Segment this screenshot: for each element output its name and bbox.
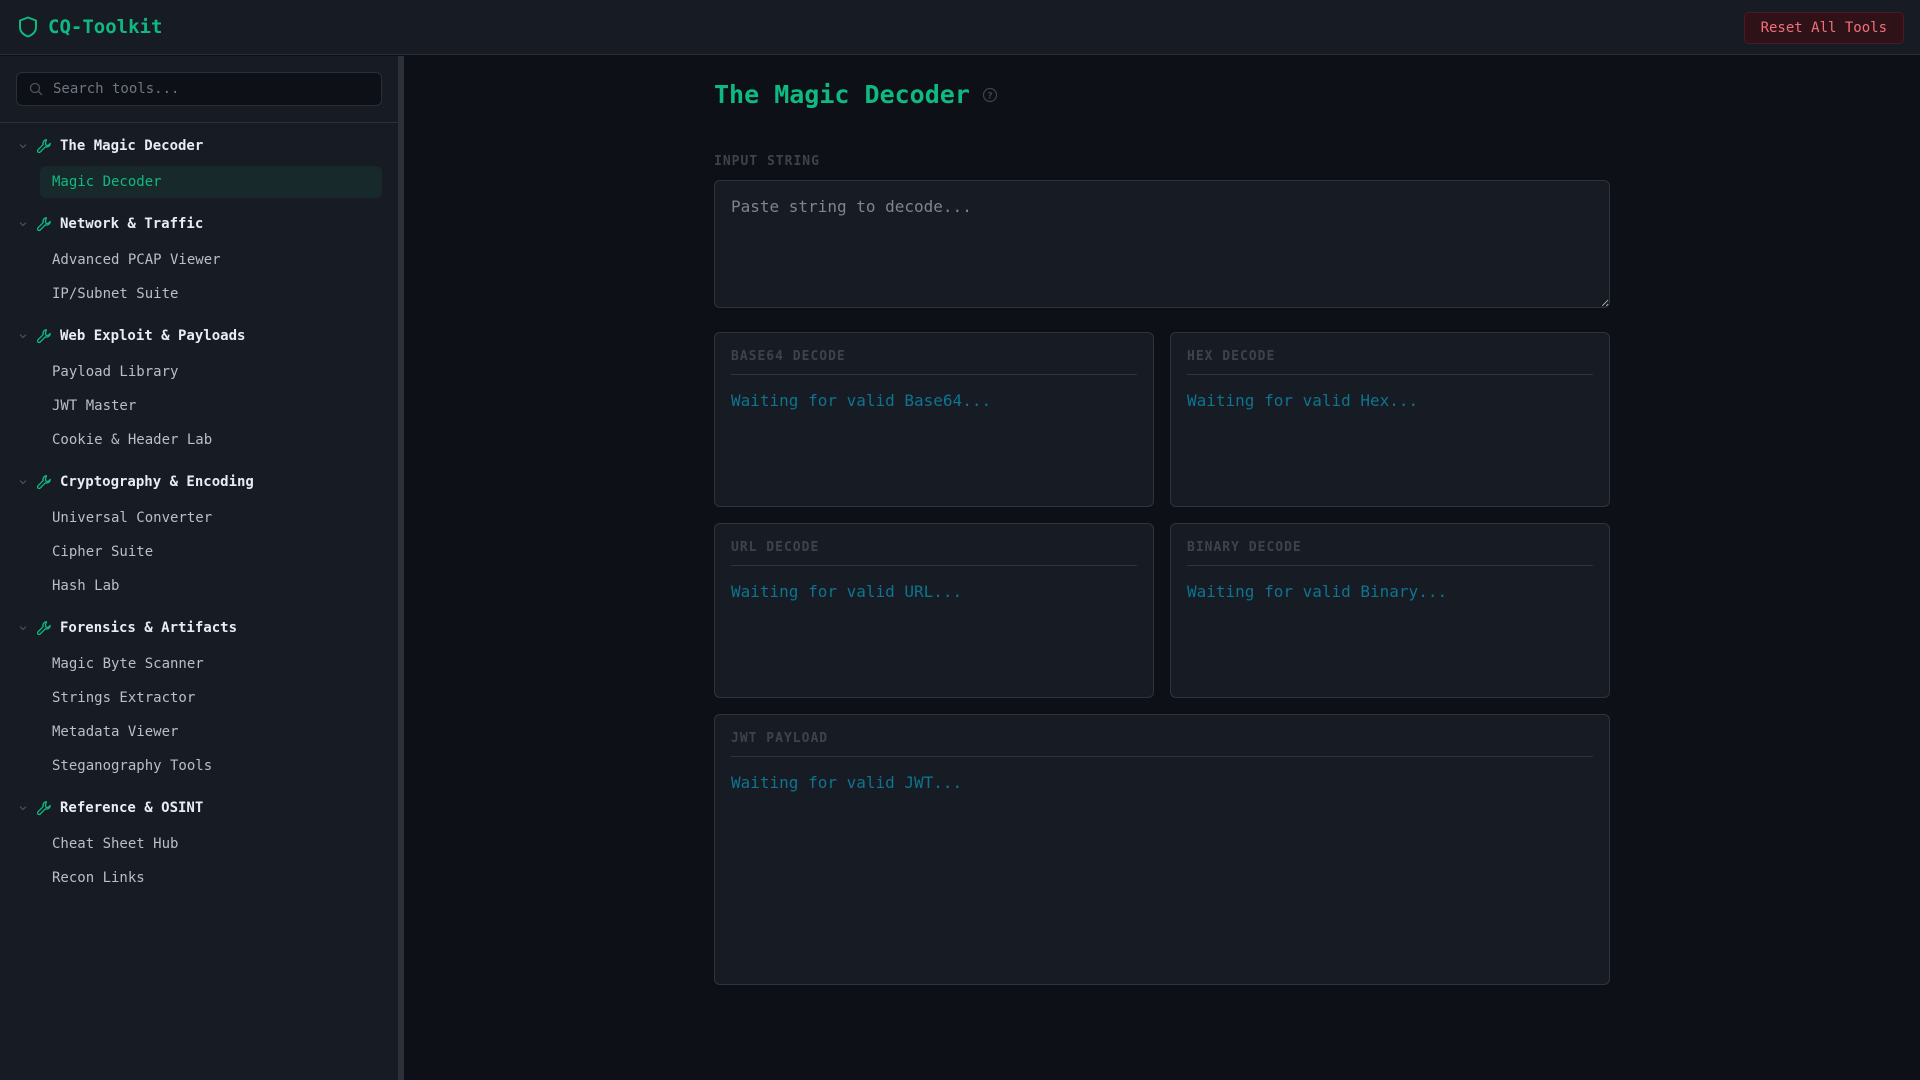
category-header[interactable]: Reference & OSINT [0,790,398,826]
svg-text:?: ? [987,91,992,101]
decode-card: HEX DECODE Waiting for valid Hex... [1170,332,1610,507]
card-title: JWT PAYLOAD [731,731,1593,757]
help-icon[interactable]: ? [982,87,998,103]
sidebar-item[interactable]: Universal Converter [40,502,382,534]
sidebar-item[interactable]: Cipher Suite [40,536,382,568]
sidebar-item[interactable]: Metadata Viewer [40,716,382,748]
card-output: Waiting for valid Hex... [1187,391,1419,410]
wrench-icon [36,621,51,636]
decode-card: JWT PAYLOAD Waiting for valid JWT... [714,714,1610,985]
sidebar-item[interactable]: Cookie & Header Lab [40,424,382,456]
chevron-down-icon[interactable] [18,141,28,151]
category-label: Cryptography & Encoding [60,474,254,490]
category-header[interactable]: Cryptography & Encoding [0,464,398,500]
shield-icon [19,16,37,38]
card-output: Waiting for valid JWT... [731,773,963,792]
sidebar-item[interactable]: Magic Byte Scanner [40,648,382,680]
chevron-down-icon[interactable] [18,477,28,487]
app-logo[interactable]: CQ-Toolkit [18,16,162,38]
wrench-icon [36,329,51,344]
search-input[interactable] [53,81,353,97]
category-label: Forensics & Artifacts [60,620,238,636]
sidebar-item[interactable]: Steganography Tools [40,750,382,782]
sidebar-item[interactable]: Payload Library [40,356,382,388]
top-bar: CQ-Toolkit Reset All Tools [0,0,1920,55]
sidebar-item[interactable]: JWT Master [40,390,382,422]
sidebar-item[interactable]: Cheat Sheet Hub [40,828,382,860]
sidebar-divider [0,122,398,123]
sidebar-item[interactable]: Magic Decoder [40,166,382,198]
card-title: BASE64 DECODE [731,349,1137,375]
sidebar-item[interactable]: Hash Lab [40,570,382,602]
card-output: Waiting for valid Base64... [731,391,992,410]
chevron-down-icon[interactable] [18,331,28,341]
sidebar-item[interactable]: Recon Links [40,862,382,894]
page-title: The Magic Decoder ? [714,80,998,109]
category-header[interactable]: Web Exploit & Payloads [0,318,398,354]
search-icon [29,82,43,96]
sidebar-item[interactable]: Strings Extractor [40,682,382,714]
app-title: CQ-Toolkit [48,16,163,38]
card-output: Waiting for valid URL... [731,582,963,601]
wrench-icon [36,475,51,490]
decode-card: BASE64 DECODE Waiting for valid Base64... [714,332,1154,507]
category-header[interactable]: The Magic Decoder [0,128,398,164]
wrench-icon [36,801,51,816]
sidebar: The Magic Decoder Magic Decoder Network & … [0,56,398,1080]
category-header[interactable]: Network & Traffic [0,206,398,242]
chevron-down-icon[interactable] [18,623,28,633]
wrench-icon [36,139,51,154]
search-box[interactable] [16,72,382,106]
sidebar-item[interactable]: Advanced PCAP Viewer [40,244,382,276]
category-label: The Magic Decoder [60,138,204,154]
input-label: INPUT STRING [714,154,820,169]
input-string-field[interactable] [714,180,1610,308]
category-label: Network & Traffic [60,216,204,232]
card-output: Waiting for valid Binary... [1187,582,1448,601]
card-title: URL DECODE [731,540,1137,566]
sidebar-scrollbar[interactable] [398,56,404,1080]
page-title-text: The Magic Decoder [714,80,970,109]
category-label: Web Exploit & Payloads [60,328,246,344]
reset-all-tools-button[interactable]: Reset All Tools [1743,12,1904,44]
decode-card: BINARY DECODE Waiting for valid Binary... [1170,523,1610,698]
wrench-icon [36,217,51,232]
decode-card: URL DECODE Waiting for valid URL... [714,523,1154,698]
category-label: Reference & OSINT [60,800,204,816]
chevron-down-icon[interactable] [18,219,28,229]
sidebar-item[interactable]: IP/Subnet Suite [40,278,382,310]
card-title: HEX DECODE [1187,349,1593,375]
card-title: BINARY DECODE [1187,540,1593,566]
category-header[interactable]: Forensics & Artifacts [0,610,398,646]
chevron-down-icon[interactable] [18,803,28,813]
tool-nav: The Magic Decoder Magic Decoder Network & … [0,128,398,896]
